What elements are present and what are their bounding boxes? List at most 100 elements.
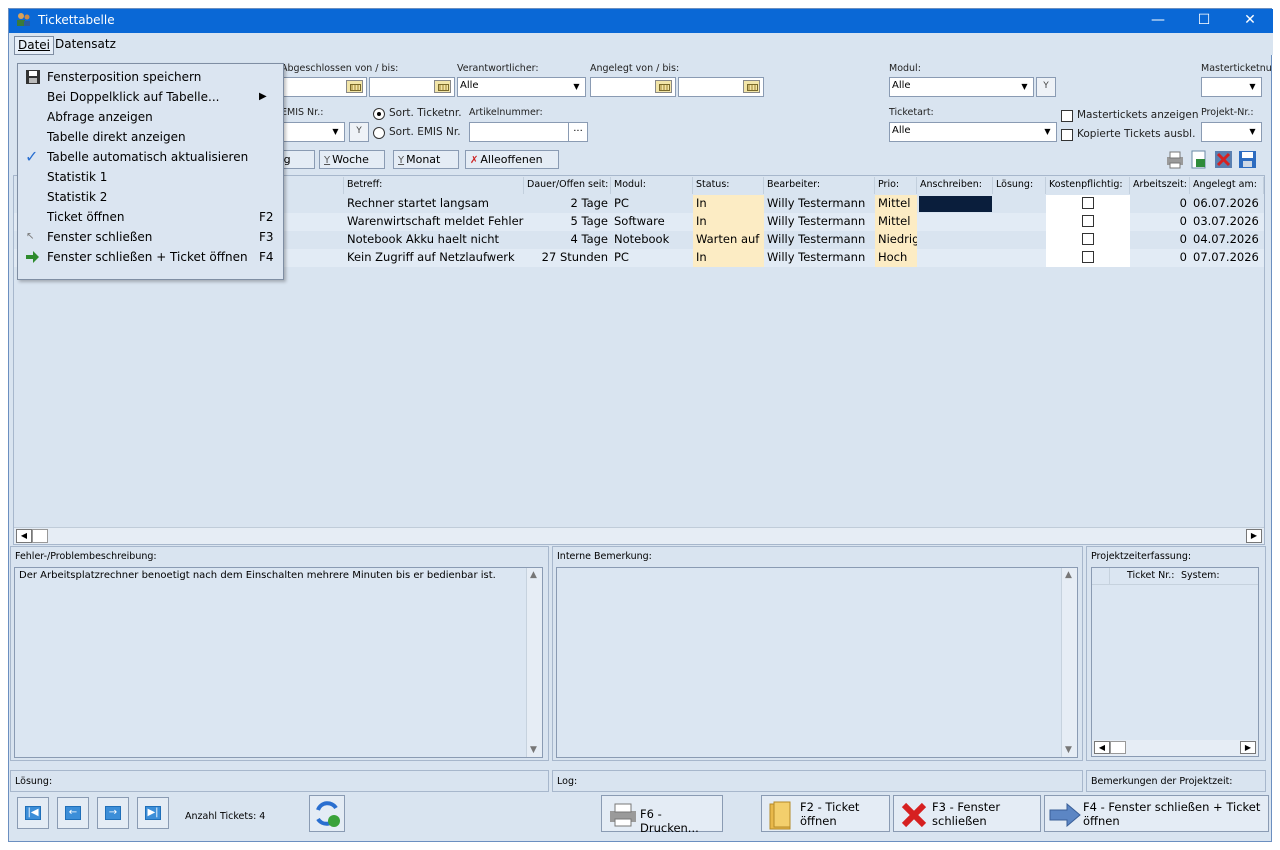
vertical-scrollbar[interactable]: ▲ ▼ xyxy=(526,568,542,757)
table-cell-dauer[interactable]: 4 Tage xyxy=(524,231,611,249)
table-cell-status[interactable]: In xyxy=(693,195,764,213)
table-cell-bearbeiter[interactable]: Willy Testermann xyxy=(764,249,875,267)
menu-item[interactable]: Fensterposition speichern xyxy=(18,67,283,87)
menu-datensatz[interactable]: Datensatz xyxy=(55,37,116,51)
angelegt-bis-field[interactable] xyxy=(678,77,764,97)
column-header-anschreiben[interactable]: Anschreiben: xyxy=(917,177,993,194)
table-cell-dauer[interactable]: 2 Tage xyxy=(524,195,611,213)
export-excel-icon[interactable] xyxy=(1190,150,1208,169)
delete-icon[interactable] xyxy=(1214,150,1233,169)
menu-item[interactable]: ▶ Bei Doppelklick auf Tabelle... xyxy=(18,87,283,107)
abgeschlossen-von-field[interactable] xyxy=(281,77,367,97)
table-cell-modul[interactable]: Software xyxy=(611,213,693,231)
bemerkungen-bar[interactable]: Bemerkungen der Projektzeit: xyxy=(1086,770,1266,792)
table-cell-prio[interactable]: Hoch xyxy=(875,249,917,267)
table-cell-bearbeiter[interactable]: Willy Testermann xyxy=(764,231,875,249)
first-record-button[interactable]: |◀ xyxy=(17,797,49,829)
table-cell-arbeitszeit[interactable]: 0 xyxy=(1130,195,1190,213)
artikel-browse-button[interactable]: ... xyxy=(568,123,587,141)
projektzeit-col-ticket[interactable]: Ticket Nr.: xyxy=(1127,570,1175,581)
calendar-icon[interactable] xyxy=(655,80,672,93)
scroll-thumb[interactable] xyxy=(1110,741,1126,754)
projektzeit-table[interactable]: Ticket Nr.: System: ◀ ▶ xyxy=(1091,567,1259,757)
table-cell-prio[interactable]: Niedrig xyxy=(875,231,917,249)
table-cell-anschreiben[interactable] xyxy=(917,213,993,231)
scroll-down-icon[interactable]: ▼ xyxy=(530,745,537,755)
kopierte-checkbox[interactable] xyxy=(1061,129,1073,141)
menu-item[interactable]: Ticket öffnen F2 xyxy=(18,207,283,227)
scroll-right-icon[interactable]: ▶ xyxy=(1240,741,1256,754)
table-cell-anschreiben[interactable] xyxy=(917,249,993,267)
projekt-select[interactable]: ▼ xyxy=(1201,122,1262,142)
log-bar[interactable]: Log: xyxy=(552,770,1083,792)
menu-item[interactable]: Statistik 1 xyxy=(18,167,283,187)
table-cell-betreff[interactable]: Notebook Akku haelt nicht xyxy=(344,231,524,249)
next-record-button[interactable]: → xyxy=(97,797,129,829)
table-cell-status[interactable]: In xyxy=(693,249,764,267)
last-record-button[interactable]: ▶| xyxy=(137,797,169,829)
filter-alleoffenen-button[interactable]: ✗ Alleoffenen xyxy=(465,150,559,169)
intern-textarea[interactable]: ▲ ▼ xyxy=(556,567,1078,758)
table-cell-arbeitszeit[interactable]: 0 xyxy=(1130,213,1190,231)
column-header-dauer[interactable]: Dauer/Offen seit: xyxy=(524,177,611,194)
column-header-arbeitszeit[interactable]: Arbeitszeit: xyxy=(1130,177,1190,194)
close-window-button[interactable]: F3 - Fenster schließen xyxy=(893,795,1041,832)
angelegt-von-field[interactable] xyxy=(590,77,676,97)
scroll-right-icon[interactable]: ▶ xyxy=(1246,529,1262,543)
calendar-icon[interactable] xyxy=(743,80,760,93)
kostenpflichtig-checkbox[interactable] xyxy=(1082,233,1094,245)
column-header-angelegt[interactable]: Angelegt am: xyxy=(1190,177,1264,194)
scroll-down-icon[interactable]: ▼ xyxy=(1065,745,1072,755)
menu-item[interactable]: Abfrage anzeigen xyxy=(18,107,283,127)
kostenpflichtig-checkbox[interactable] xyxy=(1082,215,1094,227)
projektzeit-col-system[interactable]: System: xyxy=(1181,570,1220,581)
column-header-kosten[interactable]: Kostenpflichtig: xyxy=(1046,177,1130,194)
table-cell-arbeitszeit[interactable]: 0 xyxy=(1130,249,1190,267)
column-header-betreff[interactable]: Betreff: xyxy=(344,177,524,194)
table-cell-angelegt[interactable]: 07.07.2026 xyxy=(1190,249,1264,267)
table-cell-modul[interactable]: PC xyxy=(611,249,693,267)
menu-item[interactable]: Tabelle direkt anzeigen xyxy=(18,127,283,147)
table-cell-dauer[interactable]: 27 Stunden xyxy=(524,249,611,267)
scroll-up-icon[interactable]: ▲ xyxy=(1065,570,1072,580)
table-cell-betreff[interactable]: Kein Zugriff auf Netzlaufwerk xyxy=(344,249,524,267)
filter-icon[interactable]: Y xyxy=(1036,77,1056,97)
table-cell-arbeitszeit[interactable]: 0 xyxy=(1130,231,1190,249)
column-header-modul[interactable]: Modul: xyxy=(611,177,693,194)
table-cell-bearbeiter[interactable]: Willy Testermann xyxy=(764,213,875,231)
table-cell-prio[interactable]: Mittel xyxy=(875,195,917,213)
scroll-left-icon[interactable]: ◀ xyxy=(1094,741,1110,754)
emis-select[interactable]: ▼ xyxy=(281,122,345,142)
table-cell-angelegt[interactable]: 04.07.2026 xyxy=(1190,231,1264,249)
table-cell-angelegt[interactable]: 06.07.2026 xyxy=(1190,195,1264,213)
open-ticket-button[interactable]: F2 - Ticket öffnen xyxy=(761,795,890,832)
menu-item[interactable]: ✓ Tabelle automatisch aktualisieren xyxy=(18,147,283,167)
maximize-button[interactable]: ☐ xyxy=(1181,9,1227,33)
horizontal-scrollbar[interactable]: ◀ ▶ xyxy=(14,527,1264,544)
vertical-scrollbar[interactable]: ▲ ▼ xyxy=(1061,568,1077,757)
table-cell-prio[interactable]: Mittel xyxy=(875,213,917,231)
menu-datei[interactable]: Datei xyxy=(14,36,55,55)
table-cell-anschreiben[interactable] xyxy=(919,196,992,212)
table-cell-dauer[interactable]: 5 Tage xyxy=(524,213,611,231)
fehler-textarea[interactable]: Der Arbeitsplatzrechner benoetigt nach d… xyxy=(14,567,543,758)
scroll-thumb[interactable] xyxy=(32,529,48,543)
horizontal-scrollbar[interactable]: ◀ ▶ xyxy=(1092,740,1258,756)
printer-icon[interactable] xyxy=(1165,150,1185,169)
artikel-field[interactable]: ... xyxy=(469,122,588,142)
filter-monat-button[interactable]: Y Monat xyxy=(393,150,459,169)
kostenpflichtig-checkbox[interactable] xyxy=(1082,251,1094,263)
calendar-icon[interactable] xyxy=(346,80,363,93)
menu-item[interactable]: Statistik 2 xyxy=(18,187,283,207)
mastertickets-checkbox[interactable] xyxy=(1061,110,1073,122)
close-and-open-button[interactable]: F4 - Fenster schließen + Ticket öffnen xyxy=(1044,795,1269,832)
calendar-icon[interactable] xyxy=(434,80,451,93)
table-cell-status[interactable]: In xyxy=(693,213,764,231)
table-cell-betreff[interactable]: Rechner startet langsam xyxy=(344,195,524,213)
table-cell-modul[interactable]: Notebook xyxy=(611,231,693,249)
table-cell-status[interactable]: Warten auf xyxy=(693,231,764,249)
table-cell-betreff[interactable]: Warenwirtschaft meldet Fehler xyxy=(344,213,524,231)
menu-item[interactable]: ↖ Fenster schließen F3 xyxy=(18,227,283,247)
scroll-left-icon[interactable]: ◀ xyxy=(16,529,32,543)
minimize-button[interactable]: — xyxy=(1135,9,1181,33)
